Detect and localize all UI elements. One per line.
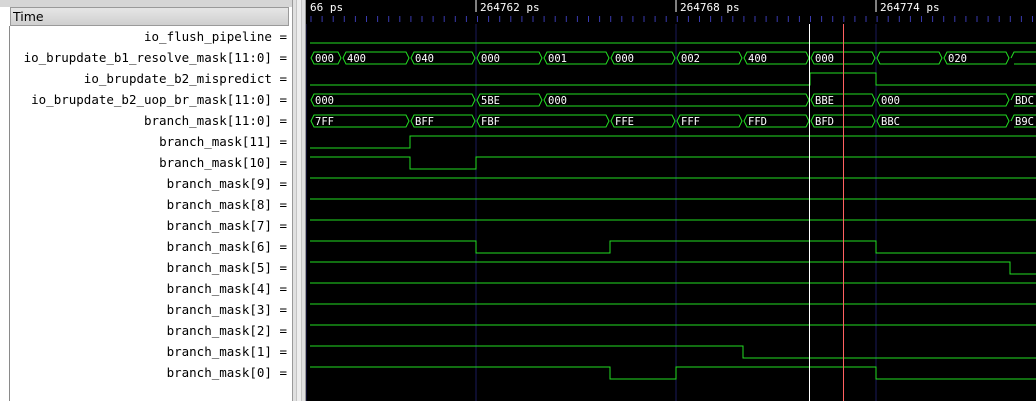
bit-waveform-trace xyxy=(310,135,1036,149)
timeline-tick-label: 264768 ps xyxy=(680,1,740,14)
bus-value-label: 040 xyxy=(415,53,434,65)
signal-name-row[interactable]: branch_mask[11] = xyxy=(10,131,289,152)
bus-value-label: BBE xyxy=(815,95,834,107)
bus-value-label: 000 xyxy=(315,95,334,107)
bus-value-label: BFF xyxy=(415,116,434,128)
pane-splitter[interactable] xyxy=(292,0,306,401)
bus-value-label: 400 xyxy=(748,53,767,65)
bit-waveform-trace xyxy=(310,345,1036,359)
bus-value-label: 000 xyxy=(481,53,500,65)
timeline-tick-label: 66 ps xyxy=(310,1,343,14)
bus-value-label: BFD xyxy=(815,116,834,128)
bus-value-label: BBC xyxy=(881,116,900,128)
bus-value-label: 020 xyxy=(948,53,967,65)
bus-value-label: 400 xyxy=(347,53,366,65)
waveform-pane[interactable]: 66 ps 264762 ps 264768 ps 264774 ps 000 400 04… xyxy=(306,0,1036,401)
bus-value-label: BDC xyxy=(1015,95,1034,107)
signal-name-row[interactable]: branch_mask[0] = xyxy=(10,362,289,383)
bus-value-label: 000 xyxy=(881,95,900,107)
bus-value-label: 002 xyxy=(681,53,700,65)
signal-name-row[interactable]: branch_mask[3] = xyxy=(10,299,289,320)
bus-value-label: 000 xyxy=(615,53,634,65)
bus-value-label: 000 xyxy=(815,53,834,65)
bus-value-label: 7FF xyxy=(315,116,334,128)
bus-value-label: FFF xyxy=(681,116,700,128)
bit-waveform-trace xyxy=(310,72,1036,86)
bus-value-label: 5BE xyxy=(481,95,500,107)
signal-name-row[interactable]: io_brupdate_b2_uop_br_mask[11:0] = xyxy=(10,89,289,110)
bus-value-label: 001 xyxy=(548,53,567,65)
timeline-tick-label: 264774 ps xyxy=(880,1,940,14)
time-column-header[interactable]: Time xyxy=(10,7,289,26)
signal-name-row[interactable]: branch_mask[1] = xyxy=(10,341,289,362)
bus-value-label: FFD xyxy=(748,116,767,128)
bit-waveform-trace xyxy=(310,261,1036,275)
signal-name-row[interactable]: branch_mask[4] = xyxy=(10,278,289,299)
waveform-canvas[interactable]: 66 ps 264762 ps 264768 ps 264774 ps 000 400 04… xyxy=(306,0,1036,401)
signal-name-row[interactable]: io_flush_pipeline = xyxy=(10,26,289,47)
signal-name-row[interactable]: branch_mask[9] = xyxy=(10,173,289,194)
bus-segment xyxy=(1010,51,1036,65)
signals-pane-top-strip xyxy=(0,0,292,7)
signal-name-row[interactable]: branch_mask[10] = xyxy=(10,152,289,173)
bit-waveform-trace xyxy=(310,366,1036,380)
bus-value-label: FFE xyxy=(615,116,634,128)
signal-name-list: io_flush_pipeline = io_brupdate_b1_resolv… xyxy=(10,26,289,383)
bus-value-label: FBF xyxy=(481,116,500,128)
bus-value-label: 000 xyxy=(315,53,334,65)
signal-name-row[interactable]: branch_mask[2] = xyxy=(10,320,289,341)
signal-name-row[interactable]: io_brupdate_b2_mispredict = xyxy=(10,68,289,89)
bit-waveform-trace xyxy=(310,240,1036,254)
signal-name-row[interactable]: branch_mask[5] = xyxy=(10,257,289,278)
signal-name-row[interactable]: io_brupdate_b1_resolve_mask[11:0] = xyxy=(10,47,289,68)
splitter-grip[interactable] xyxy=(296,0,302,401)
signal-name-row[interactable]: branch_mask[6] = xyxy=(10,236,289,257)
bit-waveform-trace xyxy=(310,156,1036,170)
signal-name-row[interactable]: branch_mask[11:0] = xyxy=(10,110,289,131)
signals-pane: Time io_flush_pipeline = io_brupdate_b1_r… xyxy=(0,0,292,401)
signal-name-row[interactable]: branch_mask[8] = xyxy=(10,194,289,215)
bus-value-label: 000 xyxy=(548,95,567,107)
signal-name-row[interactable]: branch_mask[7] = xyxy=(10,215,289,236)
timeline-tick-label: 264762 ps xyxy=(480,1,540,14)
bus-segment xyxy=(310,93,476,107)
bus-value-label: B9C xyxy=(1015,116,1034,128)
bus-segment xyxy=(876,51,943,65)
